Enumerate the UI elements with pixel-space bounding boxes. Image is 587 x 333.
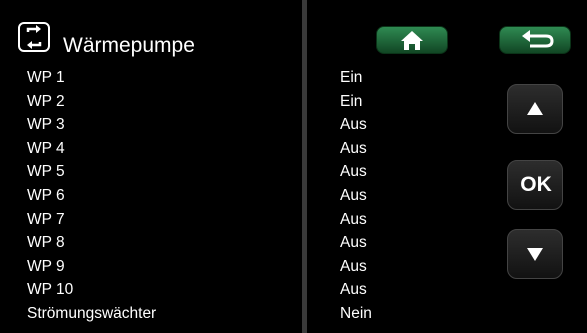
item-value: Aus	[340, 210, 367, 228]
home-icon	[401, 31, 423, 50]
scroll-down-button[interactable]	[507, 229, 563, 279]
back-button[interactable]	[499, 26, 571, 54]
item-value: Aus	[340, 257, 367, 275]
up-arrow-icon	[527, 102, 543, 115]
back-arrow-icon	[522, 30, 554, 48]
list-item: WP 8 Aus	[0, 231, 587, 255]
item-label: WP 1	[27, 69, 65, 86]
list-item: WP 7 Aus	[0, 208, 587, 232]
down-arrow-icon	[527, 248, 543, 261]
refresh-arrows-icon	[18, 22, 50, 52]
list-item: WP 6 Aus	[0, 184, 587, 208]
list-item: WP 1 Ein	[0, 66, 587, 90]
ok-button[interactable]: OK	[507, 160, 563, 210]
item-label: WP 2	[27, 92, 65, 110]
item-value: Aus	[340, 187, 367, 204]
ok-button-label: OK	[520, 173, 552, 196]
item-label: WP 5	[27, 163, 65, 181]
home-button[interactable]	[376, 26, 448, 54]
item-value: Aus	[340, 139, 367, 157]
list-item: WP 5 Aus	[0, 160, 587, 184]
item-label: WP 9	[27, 257, 65, 275]
item-label: Strömungswächter	[27, 305, 157, 322]
item-value: Ein	[340, 69, 363, 86]
item-label: WP 8	[27, 234, 65, 252]
item-value: Ein	[340, 92, 363, 110]
list-item: Strömungswächter Nein	[0, 302, 587, 326]
scroll-up-button[interactable]	[507, 84, 563, 134]
item-value: Aus	[340, 163, 367, 181]
list-item: WP 9 Aus	[0, 255, 587, 279]
item-label: WP 10	[27, 281, 74, 299]
item-label: WP 3	[27, 116, 65, 134]
list-item: WP 4 Aus	[0, 137, 587, 161]
item-value: Aus	[340, 234, 367, 252]
list-item: WP 2 Ein	[0, 90, 587, 114]
page-title: Wärmepumpe	[63, 34, 195, 57]
item-value: Aus	[340, 281, 367, 299]
item-label: WP 7	[27, 210, 65, 228]
list-item: WP 3 Aus	[0, 113, 587, 137]
item-label: WP 6	[27, 187, 65, 204]
item-value: Nein	[340, 305, 372, 322]
list-item: WP 10 Aus	[0, 278, 587, 302]
item-value: Aus	[340, 116, 367, 134]
item-label: WP 4	[27, 139, 65, 157]
